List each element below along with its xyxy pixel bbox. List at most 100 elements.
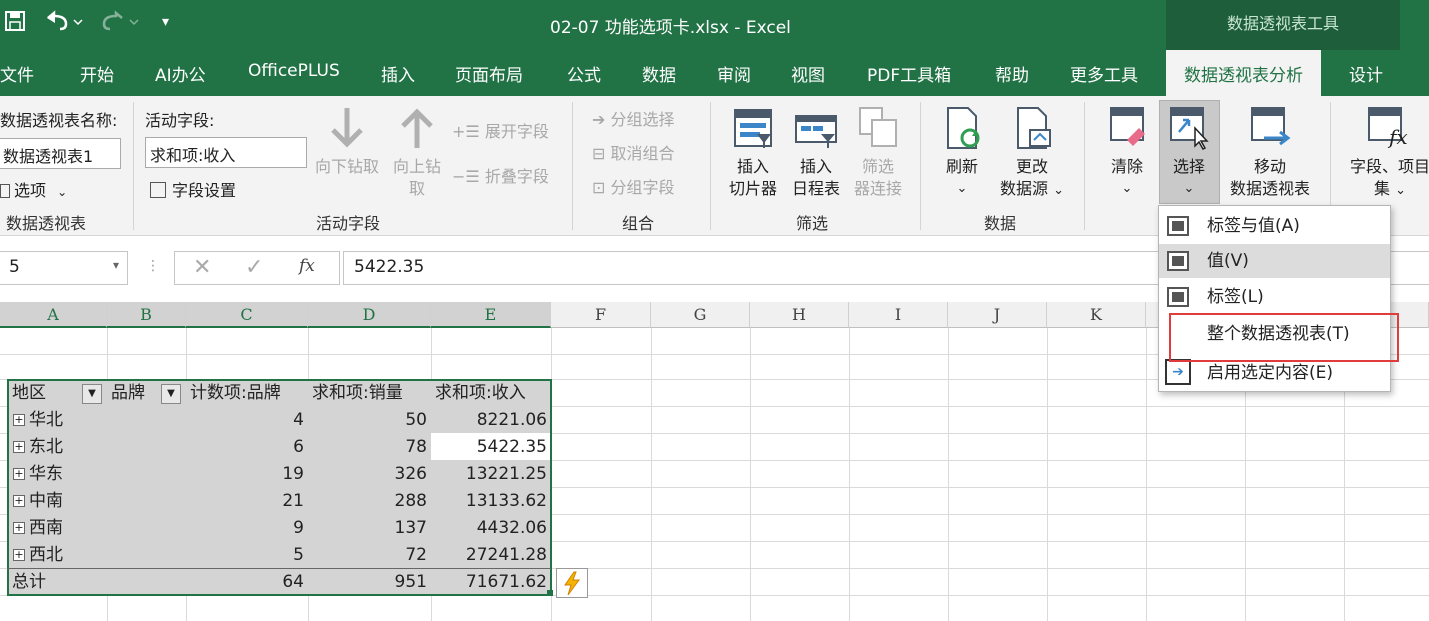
- column-header-h[interactable]: H: [750, 302, 849, 328]
- pivot-row-revenue[interactable]: 13133.62: [432, 488, 550, 515]
- field-settings-button[interactable]: 字段设置: [150, 177, 236, 201]
- column-header-b[interactable]: B: [107, 302, 186, 328]
- column-header-c[interactable]: C: [186, 302, 308, 328]
- move-pivot-icon: [1251, 107, 1291, 146]
- insert-timeline-button[interactable]: 插入 日程表: [786, 106, 846, 200]
- fields-items-sets-button[interactable]: fx 字段、项目 集 ⌄: [1340, 106, 1429, 202]
- pivot-row-region[interactable]: 华北: [26, 407, 106, 434]
- tab-pdf-tools[interactable]: PDF工具箱: [867, 61, 951, 86]
- tab-review[interactable]: 审阅: [717, 61, 751, 86]
- column-header-d[interactable]: D: [308, 302, 431, 328]
- pivot-row-region[interactable]: 东北: [26, 434, 106, 461]
- pivot-row-count[interactable]: 6: [187, 434, 307, 461]
- group-selection-button[interactable]: ➔ 分组选择: [592, 106, 675, 130]
- pivot-name-input[interactable]: 数据透视表1: [0, 138, 121, 169]
- pivot-row-qty[interactable]: 78: [309, 434, 430, 461]
- insert-slicer-button[interactable]: 插入 切片器: [723, 106, 783, 200]
- pivot-row-count[interactable]: 9: [187, 515, 307, 542]
- pivot-row-count[interactable]: 19: [187, 461, 307, 488]
- move-pivot-button[interactable]: 移动 数据透视表: [1220, 106, 1320, 200]
- pivot-row-revenue[interactable]: 4432.06: [432, 515, 550, 542]
- active-field-input[interactable]: 求和项:收入: [145, 137, 307, 168]
- expand-row-icon[interactable]: +: [13, 414, 25, 426]
- labels-values-icon: [1167, 216, 1189, 236]
- tab-data[interactable]: 数据: [642, 61, 676, 86]
- column-header-a[interactable]: A: [0, 302, 107, 328]
- undo-icon[interactable]: [44, 10, 84, 37]
- pivot-row-count[interactable]: 21: [187, 488, 307, 515]
- select-dropdown-menu: 标签与值(A) 值(V) 标签(L) 整个数据透视表(T) ➔ 启用选定内容(E): [1158, 205, 1391, 392]
- pivot-row-qty[interactable]: 72: [309, 542, 430, 569]
- quick-analysis-button[interactable]: [556, 568, 588, 598]
- tab-ai-office[interactable]: AI办公: [155, 61, 206, 86]
- refresh-button[interactable]: 刷新 ⌄: [934, 106, 990, 200]
- tab-insert[interactable]: 插入: [381, 61, 415, 86]
- pivot-row-qty[interactable]: 288: [309, 488, 430, 515]
- expand-row-icon[interactable]: +: [13, 495, 25, 507]
- drill-down-button[interactable]: 向下钻取: [310, 106, 384, 178]
- ungroup-button[interactable]: ⊟ 取消组合: [592, 140, 675, 164]
- tab-formulas[interactable]: 公式: [567, 61, 601, 86]
- tab-more-tools[interactable]: 更多工具: [1070, 61, 1138, 86]
- cancel-icon[interactable]: ✕: [193, 255, 211, 280]
- tab-file[interactable]: 文件: [0, 61, 34, 86]
- expand-row-icon[interactable]: +: [13, 522, 25, 534]
- redo-icon[interactable]: [100, 10, 140, 37]
- gridline: [750, 328, 751, 621]
- insert-function-icon[interactable]: fx: [299, 256, 315, 276]
- pivot-row-region[interactable]: 西南: [26, 515, 106, 542]
- tab-design[interactable]: 设计: [1349, 61, 1383, 86]
- expand-row-icon[interactable]: +: [13, 468, 25, 480]
- save-icon[interactable]: [4, 10, 26, 37]
- tab-officeplus[interactable]: OfficePLUS: [248, 61, 340, 81]
- pivot-row-revenue[interactable]: 5422.35: [432, 434, 550, 461]
- tab-help[interactable]: 帮助: [995, 61, 1029, 86]
- brand-filter-dropdown-icon[interactable]: ▼: [161, 384, 181, 404]
- column-header-j[interactable]: J: [948, 302, 1047, 328]
- clear-button[interactable]: 清除 ⌄: [1098, 106, 1156, 200]
- pivot-row-count[interactable]: 4: [187, 407, 307, 434]
- change-data-source-button[interactable]: 更改 数据源 ⌄: [994, 106, 1070, 202]
- column-header-e[interactable]: E: [431, 302, 551, 328]
- expand-row-icon[interactable]: +: [13, 549, 25, 561]
- customize-qat-icon[interactable]: ▾: [162, 14, 169, 30]
- filter-connections-button[interactable]: 筛选 器连接: [848, 106, 908, 200]
- drill-down-label: 向下钻取: [314, 157, 379, 176]
- pivot-row-qty[interactable]: 50: [309, 407, 430, 434]
- group-separator: [710, 102, 711, 230]
- chevron-down-icon: ⌄: [57, 185, 68, 199]
- expand-row-icon[interactable]: +: [13, 441, 25, 453]
- tab-pivot-analyze[interactable]: 数据透视表分析: [1166, 50, 1321, 96]
- pivot-row-revenue[interactable]: 8221.06: [432, 407, 550, 434]
- expand-field-button[interactable]: +☰ 展开字段: [452, 118, 549, 142]
- collapse-field-button[interactable]: −☰ 折叠字段: [452, 163, 549, 187]
- pivot-row-revenue[interactable]: 13221.25: [432, 461, 550, 488]
- select-icon: [1170, 107, 1209, 150]
- column-header-g[interactable]: G: [651, 302, 750, 328]
- menu-item-labels[interactable]: 标签(L): [1159, 280, 1390, 314]
- pivot-row-revenue[interactable]: 27241.28: [432, 542, 550, 569]
- menu-item-values[interactable]: 值(V): [1159, 244, 1390, 278]
- name-box[interactable]: 5 ▾: [0, 251, 128, 285]
- select-button[interactable]: 选择 ⌄: [1160, 106, 1218, 200]
- tab-page-layout[interactable]: 页面布局: [455, 61, 523, 86]
- options-button[interactable]: 选项 ⌄: [0, 177, 67, 201]
- drill-up-button[interactable]: 向上钻 取: [388, 106, 446, 200]
- enter-icon[interactable]: ✓: [245, 255, 263, 280]
- tab-view[interactable]: 视图: [791, 61, 825, 86]
- column-header-i[interactable]: I: [849, 302, 948, 328]
- pivot-row-region[interactable]: 中南: [26, 488, 106, 515]
- pivot-row-region[interactable]: 西北: [26, 542, 106, 569]
- pivot-row-qty[interactable]: 137: [309, 515, 430, 542]
- region-filter-dropdown-icon[interactable]: ▼: [82, 384, 102, 404]
- menu-item-labels-and-values[interactable]: 标签与值(A): [1159, 209, 1390, 243]
- pivot-row-qty[interactable]: 326: [309, 461, 430, 488]
- group-field-button[interactable]: ⊡ 分组字段: [592, 174, 675, 198]
- column-header-k[interactable]: K: [1047, 302, 1146, 328]
- pivot-row-region[interactable]: 华东: [26, 461, 106, 488]
- pivot-row-count[interactable]: 5: [187, 542, 307, 569]
- tab-home[interactable]: 开始: [80, 61, 114, 86]
- chevron-down-icon[interactable]: ▾: [113, 258, 119, 272]
- column-header-f[interactable]: F: [551, 302, 651, 328]
- menu-item-labels-text: 标签(L): [1207, 287, 1264, 307]
